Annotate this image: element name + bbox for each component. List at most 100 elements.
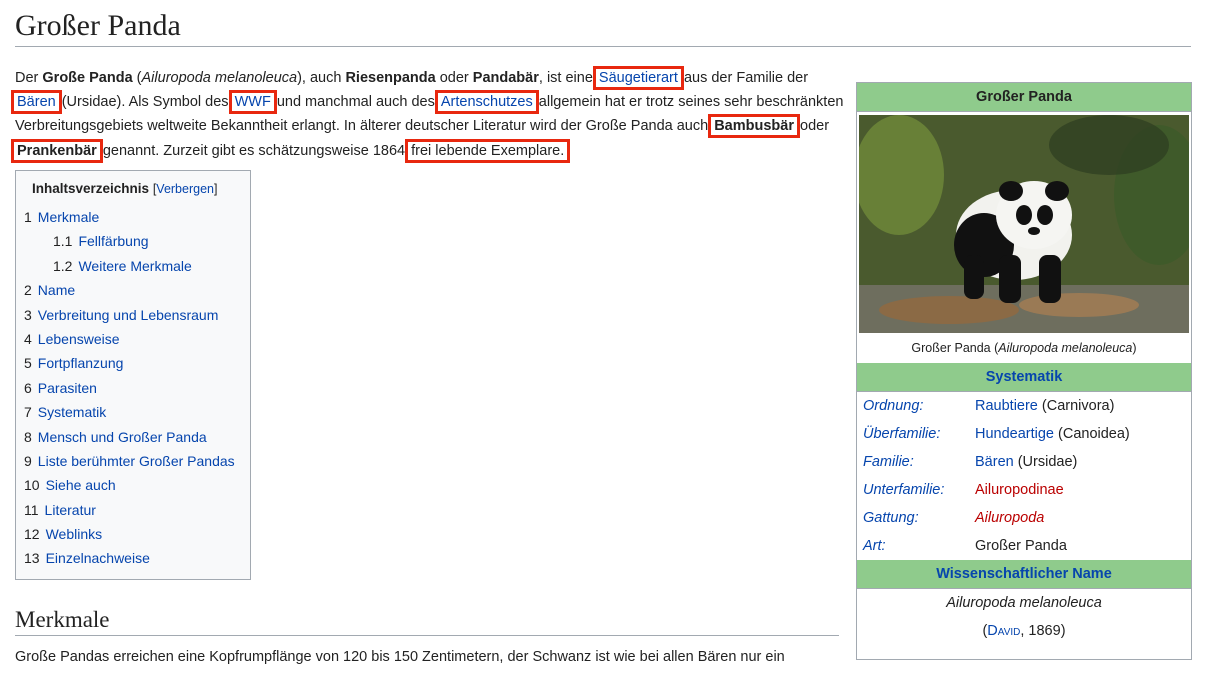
toc-link[interactable]: Liste berühmter Großer Pandas	[38, 453, 235, 469]
italic-term: Ailuropoda melanoleuca	[141, 70, 298, 86]
bold-term: Riesenpanda	[345, 70, 436, 86]
toc-item[interactable]: 10 Siehe auch	[24, 473, 235, 497]
taxonomy-redlink[interactable]: Ailuropoda	[975, 510, 1044, 526]
author-year: , 1869)	[1020, 623, 1066, 639]
bold-term-bambusbaer: Bambusbär	[708, 114, 800, 139]
intro-text: (Ursidae). Als Symbol des	[57, 94, 233, 111]
toc-item[interactable]: 12 Weblinks	[24, 522, 235, 546]
toc-link[interactable]: Weitere Merkmale	[78, 258, 191, 274]
toc-number: 1	[24, 209, 32, 225]
taxonomy-value: Bären (Ursidae)	[969, 448, 1191, 476]
toc-link[interactable]: Einzelnachweise	[46, 550, 150, 566]
taxonomy-link[interactable]: Raubtiere	[975, 398, 1038, 414]
taxonomy-extra: (Ursidae)	[1013, 454, 1078, 470]
taxonomy-label[interactable]: Unterfamilie:	[857, 476, 969, 504]
intro-text: Der	[15, 70, 43, 86]
intro-paragraph: Der Große Panda (Ailuropoda melanoleuca)…	[11, 66, 845, 163]
toc-number: 1.2	[53, 257, 73, 274]
taxonomy-row: Überfamilie: Hundeartige (Canoidea)	[857, 420, 1191, 448]
toc-link[interactable]: Parasiten	[38, 380, 97, 396]
toc-item[interactable]: 1.2 Weitere Merkmale	[24, 254, 235, 278]
taxonomy-value: Hundeartige (Canoidea)	[969, 420, 1191, 448]
bold-term-prankenbaer: Prankenbär	[11, 138, 103, 163]
toc-link[interactable]: Weblinks	[46, 526, 103, 542]
caption-text: Großer Panda (	[911, 341, 999, 355]
toc-item[interactable]: 5 Fortpflanzung	[24, 351, 235, 375]
toc-link[interactable]: Literatur	[45, 502, 96, 518]
taxonomy-value: Raubtiere (Carnivora)	[969, 392, 1191, 420]
systematik-link[interactable]: Systematik	[986, 369, 1063, 385]
taxonomy-label[interactable]: Überfamilie:	[857, 420, 969, 448]
toc-number: 6	[24, 379, 32, 396]
toc-item[interactable]: 4 Lebensweise	[24, 327, 235, 351]
toc-link[interactable]: Verbreitung und Lebensraum	[38, 307, 219, 323]
intro-text: genannt. Zurzeit gibt es schätzungsweise…	[98, 142, 410, 159]
taxonomy-label[interactable]: Ordnung:	[857, 392, 969, 420]
caption-text: )	[1132, 341, 1137, 355]
toc-number: 10	[24, 477, 40, 494]
toc-item[interactable]: 8 Mensch und Großer Panda	[24, 425, 235, 449]
taxonomy-label[interactable]: Gattung:	[857, 504, 969, 532]
taxonomy-label[interactable]: Art:	[857, 532, 969, 560]
bold-term: Pandabär	[472, 70, 539, 86]
link-wwf[interactable]: WWF	[228, 90, 277, 115]
toc-item[interactable]: 11 Literatur	[24, 498, 235, 522]
taxonomy-link[interactable]: Bären	[975, 454, 1014, 470]
link-baeren-label[interactable]: Bären	[17, 94, 56, 110]
link-baeren[interactable]: Bären	[11, 90, 62, 115]
toc-header: Inhaltsverzeichnis [Verbergen]	[32, 181, 217, 196]
toc-link[interactable]: Merkmale	[38, 209, 99, 225]
toc-item[interactable]: 13 Einzelnachweise	[24, 546, 235, 570]
toc-link[interactable]: Systematik	[38, 404, 106, 420]
toc-item[interactable]: 9 Liste berühmter Großer Pandas	[24, 449, 235, 473]
toc-link[interactable]: Siehe auch	[46, 477, 116, 493]
scientific-author: (David, 1869)	[857, 617, 1191, 645]
intro-text: ), auch	[297, 70, 346, 86]
highlighted-text: frei lebende Exemplare.	[405, 138, 571, 163]
toc-number: 5	[24, 355, 32, 372]
bold-term: Große Panda	[42, 70, 133, 86]
taxonomy-label[interactable]: Familie:	[857, 448, 969, 476]
infobox: Großer Panda Großer Panda (Ailuropoda me…	[856, 82, 1192, 660]
section-heading: Merkmale	[15, 605, 839, 636]
toc-link[interactable]: Fellfärbung	[78, 233, 148, 249]
toc-hide-link[interactable]: Verbergen	[156, 182, 214, 196]
systematik-heading[interactable]: Systematik	[857, 363, 1191, 392]
taxonomy-value: Ailuropodinae	[969, 476, 1191, 504]
taxonomy-value: Ailuropoda	[969, 504, 1191, 532]
toc-item[interactable]: 3 Verbreitung und Lebensraum	[24, 303, 235, 327]
toc-link[interactable]: Name	[38, 282, 75, 298]
toc-item[interactable]: 7 Systematik	[24, 400, 235, 424]
taxonomy-extra: (Carnivora)	[1037, 398, 1115, 414]
taxonomy-table: Ordnung: Raubtiere (Carnivora) Überfamil…	[857, 392, 1191, 560]
toc-item[interactable]: 1.1 Fellfärbung	[24, 229, 235, 253]
toc-number: 11	[24, 501, 39, 518]
taxonomy-extra: (Canoidea)	[1054, 426, 1130, 442]
link-artenschutz[interactable]: Artenschutzes	[434, 90, 539, 115]
sciname-heading[interactable]: Wissenschaftlicher Name	[857, 560, 1191, 589]
intro-text: , ist eine	[538, 70, 597, 86]
toc-link[interactable]: Fortpflanzung	[38, 355, 124, 371]
toc-item[interactable]: 2 Name	[24, 278, 235, 302]
author-link[interactable]: David	[987, 623, 1020, 639]
toc-item[interactable]: 6 Parasiten	[24, 376, 235, 400]
section-paragraph: Große Pandas erreichen eine Kopfrumpflän…	[15, 649, 785, 665]
toc-number: 1.1	[53, 233, 73, 250]
taxonomy-row: Familie: Bären (Ursidae)	[857, 448, 1191, 476]
table-of-contents: Inhaltsverzeichnis [Verbergen] 1 Merkmale…	[15, 170, 251, 580]
toc-item[interactable]: 1 Merkmale	[24, 205, 235, 229]
intro-text: und manchmal auch des	[272, 94, 439, 111]
photo-caption: Großer Panda (Ailuropoda melanoleuca)	[857, 333, 1191, 363]
taxonomy-redlink[interactable]: Ailuropodinae	[975, 482, 1064, 498]
toc-title: Inhaltsverzeichnis	[32, 181, 150, 196]
taxonomy-row: Art: Großer Panda	[857, 532, 1191, 560]
toc-link[interactable]: Mensch und Großer Panda	[38, 429, 207, 445]
link-saeugetierart[interactable]: Säugetierart	[592, 66, 684, 90]
taxonomy-link[interactable]: Hundeartige	[975, 426, 1054, 442]
sciname-link[interactable]: Wissenschaftlicher Name	[936, 566, 1112, 582]
toc-number: 12	[24, 526, 40, 543]
panda-photo[interactable]	[859, 115, 1189, 333]
toc-link[interactable]: Lebensweise	[38, 331, 120, 347]
intro-text: (	[132, 70, 142, 86]
caption-italic: Ailuropoda melanoleuca	[998, 341, 1133, 355]
